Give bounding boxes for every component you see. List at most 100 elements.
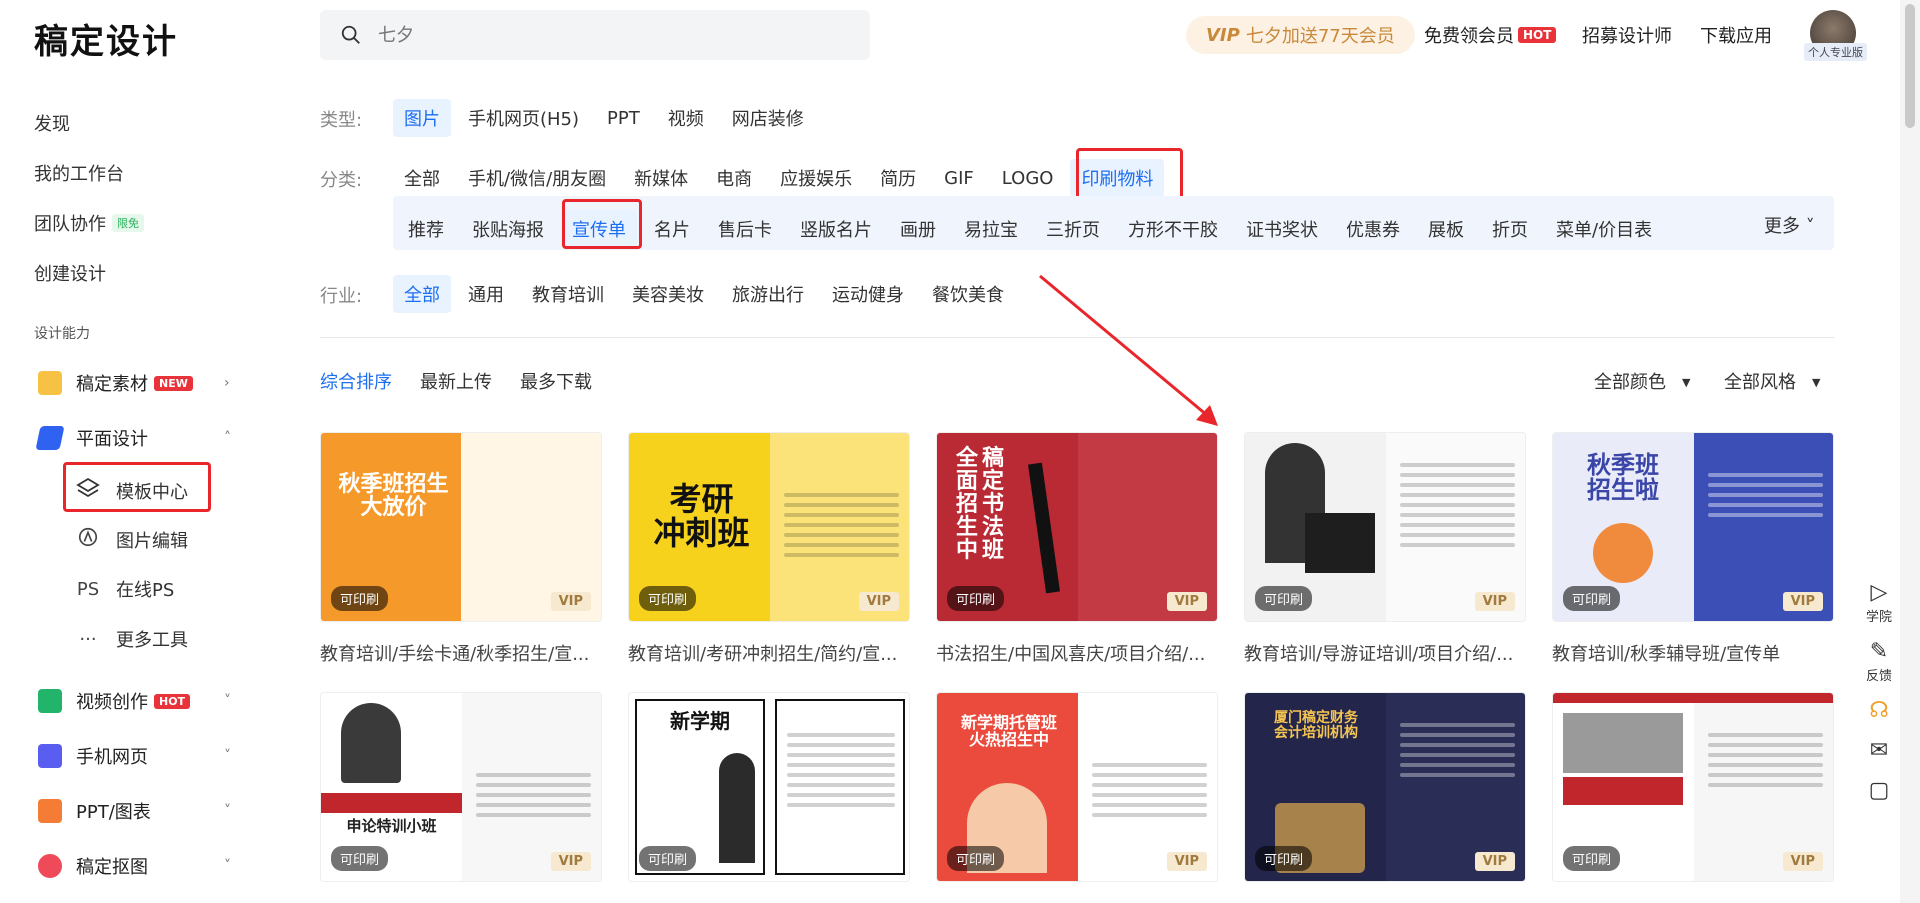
category-chip[interactable]: 全部 (393, 159, 451, 197)
template-thumbnail[interactable]: 考研 冲刺班 可印刷 VIP (628, 432, 910, 622)
industry-chip[interactable]: 通用 (457, 275, 515, 313)
free-member-link[interactable]: 免费领会员 HOT (1424, 22, 1557, 48)
promo-banner[interactable]: VIP 七夕加送77天会员 (1186, 16, 1415, 54)
free-limited-badge: 限免 (112, 214, 144, 232)
float-feedback[interactable]: ✎ 反馈 (1856, 639, 1902, 684)
sidebar-item-workspace[interactable]: 我的工作台 (34, 160, 124, 186)
category-chip[interactable]: 电商 (705, 159, 763, 197)
template-card[interactable]: 新学期托管班 火热招生中 可印刷 VIP (936, 692, 1218, 882)
template-card[interactable]: 秋季班招生 大放价 可印刷 VIP 教育培训/手绘卡通/秋季招生/宣... (320, 432, 602, 666)
template-thumbnail[interactable]: 可印刷 VIP (1244, 432, 1526, 622)
sort-option[interactable]: 最新上传 (420, 368, 492, 394)
search-input[interactable] (378, 24, 828, 46)
download-app-link[interactable]: 下载应用 (1700, 22, 1772, 48)
recruit-designer-link[interactable]: 招募设计师 (1582, 22, 1672, 48)
sidebar-item-discover[interactable]: 发现 (34, 110, 70, 136)
subcategory-chip[interactable]: 证书奖状 (1235, 210, 1329, 248)
style-filter-dropdown[interactable]: 全部风格 ▼ (1724, 368, 1820, 394)
float-mail[interactable]: ✉ (1856, 738, 1902, 764)
type-chip[interactable]: 图片 (393, 99, 451, 137)
subcategory-chip[interactable]: 售后卡 (707, 210, 783, 248)
subcategory-chip[interactable]: 推荐 (397, 210, 455, 248)
template-card[interactable]: 可印刷 VIP (1552, 692, 1834, 882)
template-title[interactable]: 教育培训/导游证培训/项目介绍/... (1244, 640, 1526, 666)
sidebar-group-graphic-design[interactable]: 平面设计 ˄ (35, 425, 238, 451)
sidebar-item-online-ps[interactable]: PS 在线PS (76, 576, 174, 602)
template-thumbnail[interactable]: 秋季班 招生啦 可印刷 VIP (1552, 432, 1834, 622)
template-card[interactable]: 申论特训小班 可印刷 VIP (320, 692, 602, 882)
subcategory-chip[interactable]: 竖版名片 (789, 210, 883, 248)
more-dropdown[interactable]: 更多 ˅ (1764, 212, 1815, 238)
subcategory-chip[interactable]: 方形不干胶 (1117, 210, 1229, 248)
sort-option[interactable]: 综合排序 (320, 368, 392, 394)
template-card[interactable]: 厦门稿定财务 会计培训机构 可印刷 VIP (1244, 692, 1526, 882)
search-bar[interactable] (320, 10, 870, 60)
sidebar-group-materials[interactable]: 稿定素材 NEW › (38, 370, 238, 396)
template-thumbnail[interactable]: 可印刷 VIP (1552, 692, 1834, 882)
subcategory-chip[interactable]: 名片 (643, 210, 701, 248)
type-chip[interactable]: 网店装修 (721, 99, 815, 137)
template-card[interactable]: 秋季班 招生啦 可印刷 VIP 教育培训/秋季辅导班/宣传单 (1552, 432, 1834, 666)
template-thumbnail[interactable]: 新学期 可印刷 (628, 692, 910, 882)
type-chip[interactable]: PPT (596, 102, 651, 135)
template-card[interactable]: 新学期 可印刷 (628, 692, 910, 882)
sort-option[interactable]: 最多下载 (520, 368, 592, 394)
scrollbar-thumb[interactable] (1905, 4, 1915, 128)
template-thumbnail[interactable]: 新学期托管班 火热招生中 可印刷 VIP (936, 692, 1218, 882)
industry-chip[interactable]: 运动健身 (821, 275, 915, 313)
industry-chip[interactable]: 餐饮美食 (921, 275, 1015, 313)
color-filter-dropdown[interactable]: 全部颜色 ▼ (1594, 368, 1690, 394)
type-chip[interactable]: 视频 (657, 99, 715, 137)
scrollbar[interactable] (1900, 0, 1920, 903)
subcategory-chip[interactable]: 三折页 (1035, 210, 1111, 248)
category-chip[interactable]: 应援娱乐 (769, 159, 863, 197)
template-card[interactable]: 考研 冲刺班 可印刷 VIP 教育培训/考研冲刺招生/简约/宣... (628, 432, 910, 666)
template-title[interactable]: 教育培训/手绘卡通/秋季招生/宣... (320, 640, 602, 666)
industry-chip[interactable]: 教育培训 (521, 275, 615, 313)
category-chip[interactable]: 新媒体 (623, 159, 699, 197)
template-thumbnail[interactable]: 厦门稿定财务 会计培训机构 可印刷 VIP (1244, 692, 1526, 882)
mail-icon: ✉ (1869, 738, 1889, 763)
app-logo[interactable]: 稿定设计 (34, 14, 178, 63)
template-title[interactable]: 教育培训/秋季辅导班/宣传单 (1552, 640, 1834, 666)
sidebar-group-cutout[interactable]: 稿定抠图 ˅ (38, 853, 238, 879)
subcategory-chip[interactable]: 展板 (1417, 210, 1475, 248)
sidebar-item-create[interactable]: 创建设计 (34, 260, 106, 286)
subcategory-chip[interactable]: 张贴海报 (461, 210, 555, 248)
template-thumbnail[interactable]: 全稿 面定 招书 生法 中班 可印刷 VIP (936, 432, 1218, 622)
industry-filter-row: 全部 通用 教育培训 美容美妆 旅游出行 运动健身 餐饮美食 (393, 275, 1021, 313)
cutout-icon (38, 854, 62, 878)
subcategory-chip[interactable]: 折页 (1481, 210, 1539, 248)
sub-item-label: 更多工具 (116, 630, 188, 651)
template-thumbnail[interactable]: 申论特训小班 可印刷 VIP (320, 692, 602, 882)
float-toolbar: ▷ 学院 ✎ 反馈 ☊ ✉ ▢ (1856, 580, 1902, 818)
subcategory-chip[interactable]: 画册 (889, 210, 947, 248)
industry-chip[interactable]: 美容美妆 (621, 275, 715, 313)
template-thumbnail[interactable]: 秋季班招生 大放价 可印刷 VIP (320, 432, 602, 622)
category-chip[interactable]: 简历 (869, 159, 927, 197)
template-title[interactable]: 书法招生/中国风喜庆/项目介绍/... (936, 640, 1218, 666)
template-card[interactable]: 可印刷 VIP 教育培训/导游证培训/项目介绍/... (1244, 432, 1526, 666)
sidebar-group-h5[interactable]: 手机网页 ˅ (38, 743, 238, 769)
category-chip[interactable]: 手机/微信/朋友圈 (457, 159, 617, 197)
sort-options: 综合排序 最新上传 最多下载 (320, 368, 620, 394)
sidebar-group-ppt[interactable]: PPT/图表 ˅ (38, 798, 238, 824)
float-chat[interactable]: ▢ (1856, 778, 1902, 804)
subcategory-chip[interactable]: 优惠券 (1335, 210, 1411, 248)
template-title[interactable]: 教育培训/考研冲刺招生/简约/宣... (628, 640, 910, 666)
thumb-headline: 新学期托管班 火热招生中 (960, 713, 1057, 749)
subcategory-chip[interactable]: 易拉宝 (953, 210, 1029, 248)
sidebar-group-video[interactable]: 视频创作 HOT ˅ (38, 688, 238, 714)
sidebar-item-image-edit[interactable]: 图片编辑 (76, 526, 188, 553)
subcategory-chip[interactable]: 菜单/价目表 (1545, 210, 1663, 248)
float-academy[interactable]: ▷ 学院 (1856, 580, 1902, 625)
industry-chip[interactable]: 全部 (393, 275, 451, 313)
template-card[interactable]: 全稿 面定 招书 生法 中班 可印刷 VIP 书法招生/中国风喜庆/项目介绍/.… (936, 432, 1218, 666)
industry-chip[interactable]: 旅游出行 (721, 275, 815, 313)
category-chip[interactable]: LOGO (991, 162, 1065, 195)
sidebar-item-team[interactable]: 团队协作 限免 (34, 210, 144, 236)
category-chip[interactable]: GIF (933, 162, 985, 195)
type-chip[interactable]: 手机网页(H5) (457, 99, 590, 137)
float-support[interactable]: ☊ (1856, 698, 1902, 724)
sidebar-item-more-tools[interactable]: ··· 更多工具 (76, 626, 188, 652)
